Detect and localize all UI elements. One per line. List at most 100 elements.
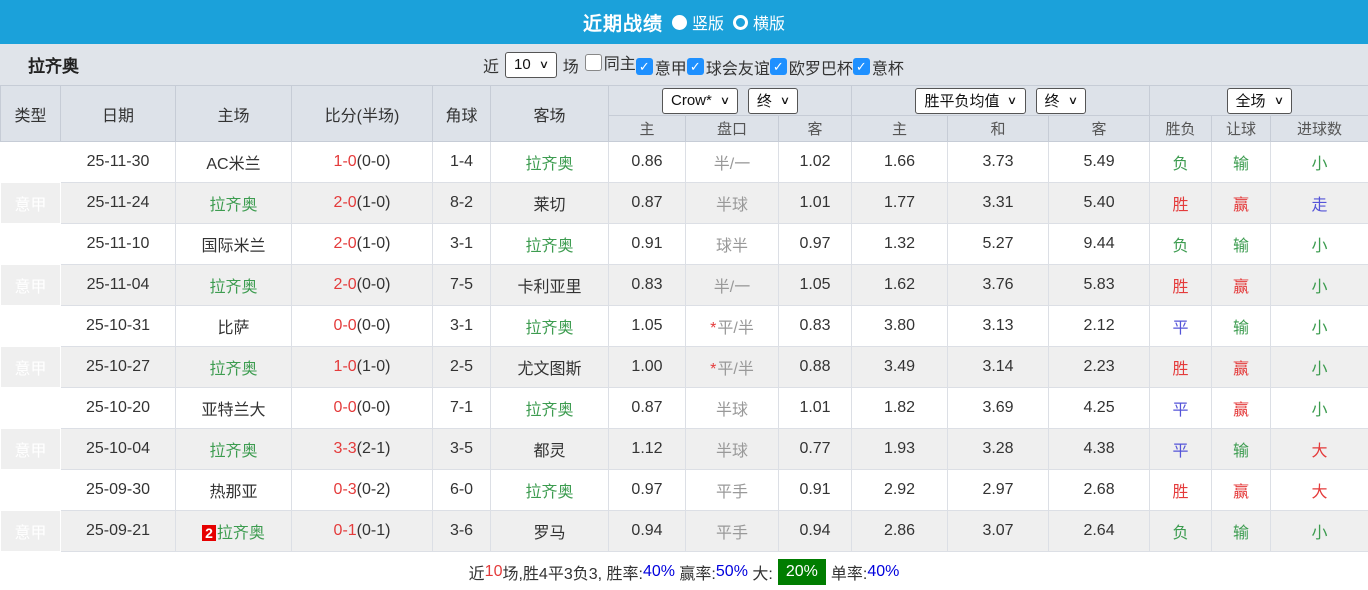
checkbox-label[interactable]: 同主 [604, 50, 636, 74]
checkbox-unchecked-icon[interactable] [584, 53, 602, 71]
eu-home-odds-cell: 1.93 [851, 428, 949, 470]
radio-selected-icon[interactable] [671, 14, 687, 30]
home-team: 国际米兰 [201, 238, 266, 255]
radio-unselected-icon[interactable] [733, 14, 748, 30]
eu-away-odds-cell: 5.83 [1048, 264, 1151, 306]
corners-cell: 8-2 [432, 182, 491, 224]
result-cell: 负 [1149, 510, 1213, 552]
eu-away-odds-cell: 2.68 [1048, 469, 1151, 511]
league-checkbox-球会友谊[interactable]: ✓ 球会友谊 [686, 55, 770, 79]
checkbox-label[interactable]: 意甲 [655, 55, 687, 79]
eu-away-odds-cell: 2.12 [1048, 305, 1151, 347]
away-team-cell: 拉齐奥 [490, 387, 609, 429]
filter-controls: 近 10 ∨ 场 同主 ✓ 意甲 ✓ 球会友谊 ✓ 欧罗巴杯 ✓ 意杯 [483, 44, 904, 85]
europe-time-select[interactable]: 终 ∨ [1035, 87, 1086, 114]
result-cell: 平 [1149, 305, 1213, 347]
home-team-cell: 亚特兰大 [175, 387, 292, 429]
away-team-cell: 拉齐奥 [490, 141, 609, 183]
europe-odds-select[interactable]: 胜平负均值 ∨ [915, 87, 1026, 114]
date-cell: 25-10-04 [60, 428, 176, 470]
eu-home-odds-cell: 3.80 [851, 305, 949, 347]
away-team-cell: 拉齐奥 [490, 469, 609, 511]
layout-radio-horizontal[interactable]: 横版 [733, 10, 785, 34]
europe-time-value: 终 [1044, 93, 1060, 110]
home-team: 比萨 [217, 320, 250, 337]
col-header-type: 类型 [0, 85, 61, 142]
ah-away-odds-cell: 1.01 [777, 182, 853, 224]
eu-home-odds-cell: 1.62 [851, 264, 949, 306]
home-team-cell: 拉齐奥 [175, 264, 292, 306]
checkbox-label[interactable]: 球会友谊 [706, 55, 770, 79]
chevron-down-icon: ∨ [779, 95, 791, 107]
ah-line-text: 半/一 [713, 156, 751, 173]
handicap-result-cell: 赢 [1211, 264, 1272, 306]
eu-draw-odds-cell: 3.28 [947, 428, 1050, 470]
topbar: 近期战绩 竖版 横版 [0, 0, 1368, 44]
league-cell: 意甲 [0, 264, 61, 306]
away-team-cell: 莱切 [490, 182, 609, 224]
league-checkbox-意杯[interactable]: ✓ 意杯 [852, 55, 904, 79]
ah-away-odds-cell: 0.97 [777, 223, 853, 265]
score-halftime: (1-0) [356, 358, 391, 375]
league-cell: 意甲 [0, 223, 61, 265]
score-halftime: (0-0) [356, 153, 391, 170]
table-row: 意甲 25-10-31 比萨 0-0(0-0) 3-1 拉齐奥 1.05 *平/… [0, 305, 1368, 347]
corners-cell: 3-1 [432, 223, 491, 265]
handicap-company-value: Crow* [671, 92, 712, 109]
col-header-corners: 角球 [432, 85, 491, 142]
sub-header-result: 胜负 [1149, 115, 1213, 142]
score-cell: 3-3(2-1) [291, 428, 433, 470]
corners-cell: 7-1 [432, 387, 491, 429]
away-team: 拉齐奥 [525, 484, 574, 501]
games-label: 场 [562, 58, 579, 76]
checkbox-checked-icon[interactable]: ✓ [635, 58, 653, 76]
ah-away-odds-cell: 0.77 [777, 428, 853, 470]
league-cell: 意甲 [0, 510, 61, 552]
away-team-cell: 罗马 [490, 510, 609, 552]
checkbox-checked-icon[interactable]: ✓ [686, 58, 704, 76]
handicap-company-select[interactable]: Crow* ∨ [662, 87, 738, 114]
score-halftime: (1-0) [356, 194, 391, 211]
result-cell: 平 [1149, 428, 1213, 470]
league-checkbox-同主[interactable]: 同主 [584, 50, 636, 74]
score-fulltime: 0-0 [333, 317, 357, 334]
handicap-time-select[interactable]: 终 ∨ [747, 87, 798, 114]
league-checkbox-意甲[interactable]: ✓ 意甲 [635, 55, 687, 79]
result-cell: 胜 [1149, 182, 1213, 224]
ah-home-odds-cell: 0.97 [608, 469, 686, 511]
sub-header-goals: 进球数 [1270, 115, 1368, 142]
europe-odds-select-group: 胜平负均值 ∨ 终 ∨ [851, 85, 1151, 116]
score-cell: 2-0(0-0) [291, 264, 433, 306]
checkbox-label[interactable]: 意杯 [872, 55, 904, 79]
date-cell: 25-10-20 [60, 387, 176, 429]
score-fulltime: 1-0 [333, 153, 357, 170]
ah-home-odds-cell: 1.00 [608, 346, 686, 388]
checkbox-label[interactable]: 欧罗巴杯 [789, 55, 853, 79]
ah-away-odds-cell: 1.02 [777, 141, 853, 183]
score-fulltime: 2-0 [333, 276, 357, 293]
handicap-select-group: Crow* ∨ 终 ∨ [607, 85, 853, 116]
league-checkbox-欧罗巴杯[interactable]: ✓ 欧罗巴杯 [769, 55, 853, 79]
home-team: AC米兰 [206, 156, 261, 173]
ah-home-odds-cell: 0.83 [608, 264, 686, 306]
goals-result-cell: 小 [1270, 264, 1368, 306]
ah-line-text: 半球 [715, 443, 748, 460]
recent-count-select[interactable]: 10 ∨ [505, 51, 557, 78]
goals-result-cell: 小 [1270, 387, 1368, 429]
scope-select[interactable]: 全场 ∨ [1226, 87, 1292, 114]
away-team: 卡利亚里 [517, 279, 582, 296]
score-fulltime: 2-0 [333, 235, 357, 252]
score-cell: 0-3(0-2) [291, 469, 433, 511]
handicap-result-cell: 赢 [1211, 469, 1272, 511]
ah-line-cell: 半球 [685, 182, 779, 224]
checkbox-checked-icon[interactable]: ✓ [769, 58, 787, 76]
result-cell: 负 [1149, 223, 1213, 265]
layout-radio-vertical[interactable]: 竖版 [671, 10, 724, 34]
eu-draw-odds-cell: 2.97 [947, 469, 1050, 511]
radio-horizontal-label[interactable]: 横版 [753, 10, 785, 34]
ah-line-text: 平手 [715, 525, 748, 542]
ah-line-text: 半球 [715, 402, 748, 419]
radio-vertical-label[interactable]: 竖版 [692, 10, 724, 34]
score-halftime: (0-0) [356, 399, 391, 416]
checkbox-checked-icon[interactable]: ✓ [852, 58, 870, 76]
